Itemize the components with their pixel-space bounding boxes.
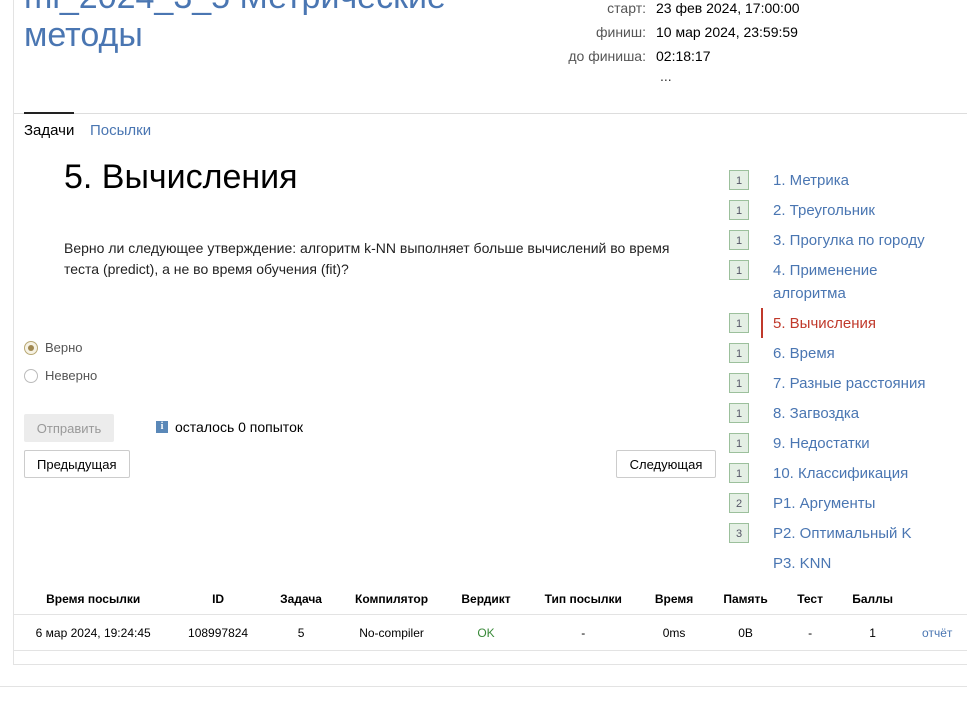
- problem-link[interactable]: 8. Загвоздка: [773, 402, 859, 425]
- previous-button[interactable]: Предыдущая: [24, 450, 130, 478]
- col-verdict: Вердикт: [444, 584, 528, 615]
- problem-link-current[interactable]: 5. Вычисления: [773, 312, 876, 335]
- cell-memory: 0B: [708, 614, 783, 651]
- score-badge: 2: [729, 493, 749, 513]
- score-badge: 1: [729, 313, 749, 333]
- problem-link[interactable]: 4. Применение алгоритма: [773, 259, 923, 305]
- problem-link[interactable]: 9. Недостатки: [773, 432, 870, 455]
- cell-problem: 5: [263, 614, 339, 651]
- problem-title: 5. Вычисления: [64, 158, 298, 196]
- table-row: 6 мар 2024, 19:24:45 108997824 5 No-comp…: [14, 614, 967, 651]
- col-id: ID: [172, 584, 264, 615]
- time-left-value: 02:18:17: [656, 48, 711, 64]
- problem-statement: Верно ли следующее утверждение: алгоритм…: [64, 240, 670, 277]
- current-problem-marker: [761, 308, 763, 338]
- cell-score: 1: [837, 614, 908, 651]
- col-score: Баллы: [837, 584, 908, 615]
- radio-true[interactable]: [24, 340, 38, 355]
- col-problem: Задача: [263, 584, 339, 615]
- option-false-label: Неверно: [45, 368, 98, 383]
- submit-button[interactable]: Отправить: [24, 414, 114, 442]
- problem-link[interactable]: P3. KNN: [773, 552, 831, 575]
- col-submit-time: Время посылки: [14, 584, 173, 615]
- score-badge: 1: [729, 463, 749, 483]
- contest-title-line1: ml_2024_3_5 Метрические: [24, 0, 446, 16]
- time-left-label: до финиша:: [568, 48, 646, 64]
- start-value: 23 фев 2024, 17:00:00: [656, 0, 800, 16]
- score-badge: 3: [729, 523, 749, 543]
- problem-link[interactable]: 1. Метрика: [773, 169, 849, 192]
- contest-title-line2: методы: [24, 16, 143, 54]
- cell-submission-type: -: [527, 614, 640, 651]
- problem-link[interactable]: 7. Разные расстояния: [773, 372, 925, 395]
- score-badge: 1: [729, 343, 749, 363]
- problem-link[interactable]: P1. Аргументы: [773, 492, 875, 515]
- problem-link[interactable]: 3. Прогулка по городу: [773, 229, 925, 252]
- score-badge: 1: [729, 170, 749, 190]
- cell-id: 108997824: [172, 614, 264, 651]
- footer-divider: [0, 686, 967, 687]
- problem-link[interactable]: 2. Треугольник: [773, 199, 875, 222]
- col-time: Время: [639, 584, 709, 615]
- cell-submit-time: 6 мар 2024, 19:24:45: [14, 614, 173, 651]
- info-icon: i: [156, 421, 168, 433]
- next-button[interactable]: Следующая: [616, 450, 716, 478]
- score-badge: 1: [729, 230, 749, 250]
- tab-runs[interactable]: Посылки: [90, 122, 151, 139]
- tab-problems[interactable]: Задачи: [24, 122, 74, 139]
- col-submission-type: Тип посылки: [527, 584, 640, 615]
- contest-title: ml_2024_3_5 Метрические методы: [24, 0, 446, 54]
- more-dots[interactable]: ...: [660, 68, 672, 84]
- score-badge: 1: [729, 403, 749, 423]
- problem-link[interactable]: 6. Время: [773, 342, 835, 365]
- finish-label: финиш:: [595, 24, 646, 40]
- radio-false[interactable]: [24, 368, 38, 383]
- option-false[interactable]: Неверно: [24, 368, 97, 383]
- cell-report: отчёт: [907, 614, 967, 651]
- header-divider: [14, 113, 967, 114]
- col-report: [907, 584, 967, 615]
- start-label: старт:: [607, 0, 646, 16]
- score-badge: 1: [729, 373, 749, 393]
- table-header-row: Время посылки ID Задача Компилятор Верди…: [14, 584, 967, 615]
- option-true[interactable]: Верно: [24, 340, 83, 355]
- cell-verdict: OK: [444, 614, 528, 651]
- attempts-text: осталось 0 попыток: [175, 419, 303, 435]
- col-memory: Память: [708, 584, 783, 615]
- cell-time: 0ms: [639, 614, 709, 651]
- col-compiler: Компилятор: [338, 584, 445, 615]
- cell-test: -: [782, 614, 838, 651]
- submissions-table: Время посылки ID Задача Компилятор Верди…: [14, 584, 967, 651]
- cell-compiler: No-compiler: [338, 614, 445, 651]
- option-true-label: Верно: [45, 340, 83, 355]
- problem-link[interactable]: 10. Классификация: [773, 462, 908, 485]
- col-test: Тест: [782, 584, 838, 615]
- score-badge: 1: [729, 200, 749, 220]
- problem-link[interactable]: P2. Оптимальный K: [773, 522, 912, 545]
- finish-value: 10 мар 2024, 23:59:59: [656, 24, 798, 40]
- score-badge: 1: [729, 433, 749, 453]
- attempts-info: i осталось 0 попыток: [156, 419, 303, 435]
- report-link[interactable]: отчёт: [922, 626, 952, 640]
- score-badge: 1: [729, 260, 749, 280]
- active-tab-indicator: [24, 112, 74, 114]
